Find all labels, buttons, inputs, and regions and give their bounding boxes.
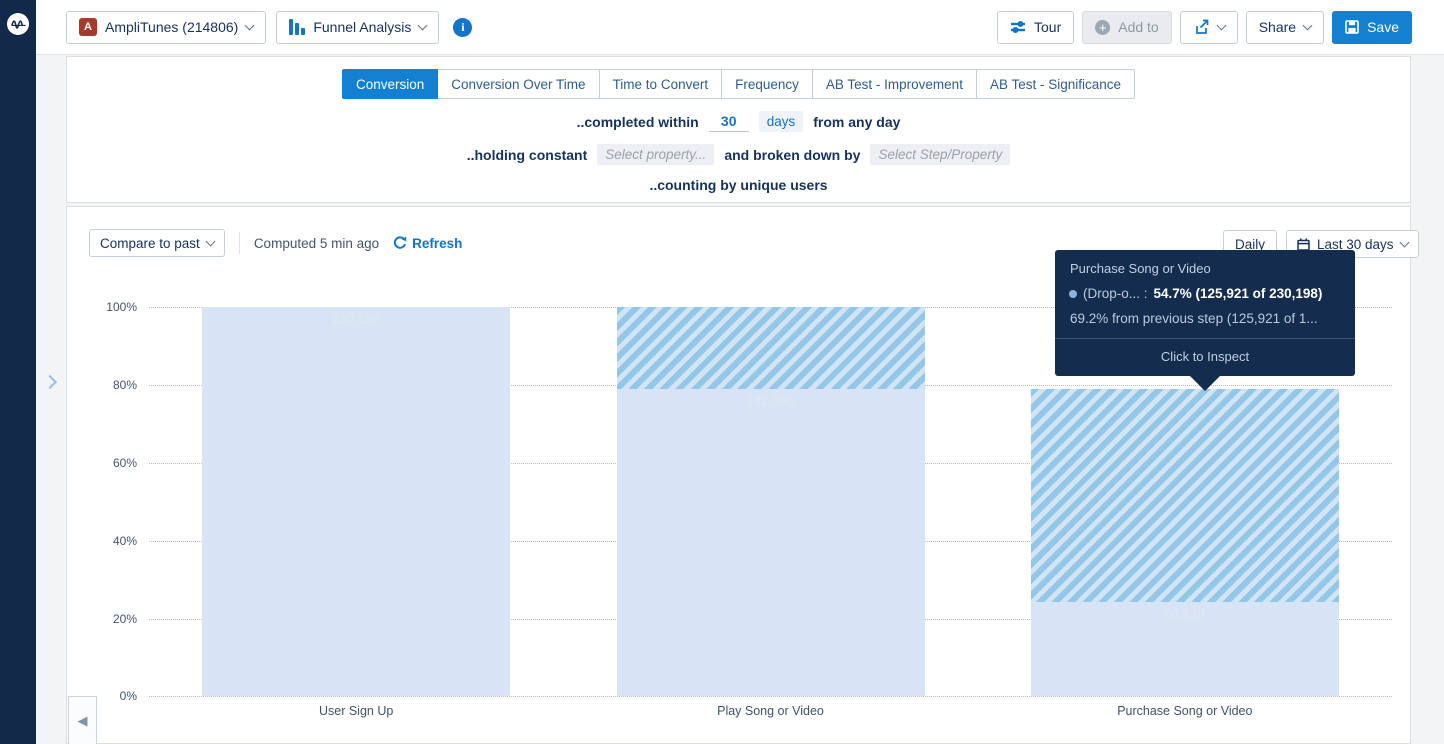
prev-page-button[interactable]: ◀	[68, 696, 97, 744]
computed-status-text: Computed 5 min ago	[254, 236, 379, 251]
from-any-day-label: from any day	[813, 114, 900, 130]
chevron-down-icon	[418, 20, 428, 30]
holding-constant-selector[interactable]: Select property...	[597, 144, 714, 165]
chart-type-selector[interactable]: Funnel Analysis	[276, 11, 439, 44]
compare-to-past-button[interactable]: Compare to past	[89, 229, 225, 257]
funnel-bar-user-sign-up[interactable]: 230,198	[202, 307, 510, 696]
conversion-window-input[interactable]: 30	[709, 111, 749, 132]
y-tick-label: 20%	[85, 612, 137, 626]
save-label: Save	[1367, 19, 1399, 35]
x-axis-labels: User Sign Up Play Song or Video Purchase S…	[149, 704, 1392, 724]
completed-within-label: ..completed within	[577, 114, 699, 130]
save-button[interactable]: Save	[1332, 11, 1412, 44]
tooltip-previous-step-text: 69.2% from previous step (125,921 of 1..…	[1055, 301, 1355, 338]
topbar: A AmpliTunes (214806) Funnel Analysis i	[36, 0, 1444, 55]
project-name: AmpliTunes (214806)	[105, 19, 238, 35]
export-icon	[1193, 19, 1210, 35]
x-tick-purchase-song-or-video: Purchase Song or Video	[1117, 704, 1252, 718]
project-selector[interactable]: A AmpliTunes (214806)	[66, 11, 266, 44]
tab-conversion-over-time[interactable]: Conversion Over Time	[438, 69, 599, 99]
divider	[239, 232, 240, 254]
x-tick-play-song-or-video: Play Song or Video	[717, 704, 824, 718]
tab-time-to-convert[interactable]: Time to Convert	[600, 69, 723, 99]
refresh-icon	[393, 236, 407, 250]
dropoff-segment[interactable]	[617, 307, 925, 388]
converted-segment[interactable]: 56,139	[1031, 602, 1339, 697]
refresh-link[interactable]: Refresh	[393, 236, 462, 251]
add-to-label: Add to	[1118, 19, 1158, 35]
y-tick-label: 100%	[85, 300, 137, 314]
tab-ab-test-significance[interactable]: AB Test - Significance	[977, 69, 1135, 99]
holding-constant-row: ..holding constant Select property... an…	[67, 144, 1410, 165]
broken-down-by-label: and broken down by	[724, 147, 860, 163]
y-tick-label: 40%	[85, 534, 137, 548]
share-button[interactable]: Share	[1246, 11, 1324, 44]
y-tick-label: 60%	[85, 456, 137, 470]
tab-ab-test-improvement[interactable]: AB Test - Improvement	[813, 69, 977, 99]
x-tick-user-sign-up: User Sign Up	[319, 704, 393, 718]
tour-label: Tour	[1034, 19, 1061, 35]
tooltip-value: 54.7% (125,921 of 230,198)	[1154, 286, 1323, 301]
tab-frequency[interactable]: Frequency	[722, 69, 813, 99]
window-unit-selector[interactable]: days	[759, 111, 804, 132]
compare-to-past-label: Compare to past	[100, 236, 200, 251]
tooltip-step-title: Purchase Song or Video	[1055, 250, 1355, 276]
bar-count-label: 230,198	[202, 312, 510, 326]
chart-type-name: Funnel Analysis	[313, 19, 411, 35]
chevron-down-icon	[1399, 237, 1409, 247]
share-label: Share	[1259, 19, 1296, 35]
tooltip-series-label: (Drop-o... :	[1083, 286, 1148, 301]
funnel-settings-card: ConversionConversion Over TimeTime to Co…	[66, 56, 1411, 203]
info-icon[interactable]: i	[453, 18, 472, 37]
tour-button[interactable]: Tour	[997, 11, 1074, 44]
app-window: A AmpliTunes (214806) Funnel Analysis i	[0, 0, 1444, 744]
chevron-down-icon	[245, 20, 255, 30]
refresh-label: Refresh	[412, 236, 462, 251]
breakdown-selector[interactable]: Select Step/Property	[870, 144, 1010, 165]
chart-controls-left: Compare to past Computed 5 min ago Refre…	[89, 229, 462, 257]
tab-conversion[interactable]: Conversion	[342, 69, 438, 99]
topbar-actions: Tour + Add to Share	[997, 11, 1412, 44]
counting-row: ..counting by unique users	[67, 177, 1410, 193]
funnel-analysis-icon	[289, 19, 305, 35]
tour-sliders-icon	[1010, 20, 1026, 34]
chevron-down-icon	[1303, 20, 1313, 30]
chart-tooltip[interactable]: Purchase Song or Video (Drop-o... : 54.7…	[1055, 250, 1355, 376]
plus-circle-icon: +	[1095, 20, 1110, 35]
export-button[interactable]	[1180, 11, 1238, 44]
counting-by-label: ..counting by unique users	[649, 177, 827, 193]
amplitude-wave-icon	[11, 17, 26, 32]
app-sidebar	[0, 0, 36, 744]
add-to-button[interactable]: + Add to	[1082, 11, 1171, 44]
bar-count-label: 56,139	[1031, 607, 1339, 621]
tooltip-click-to-inspect: Click to Inspect	[1055, 339, 1355, 376]
calendar-icon	[1297, 238, 1310, 251]
chevron-down-icon	[205, 236, 215, 246]
save-floppy-icon	[1345, 20, 1359, 34]
converted-segment[interactable]: 182,060	[617, 389, 925, 697]
tooltip-series-row: (Drop-o... : 54.7% (125,921 of 230,198)	[1055, 276, 1355, 301]
converted-segment[interactable]: 230,198	[202, 307, 510, 696]
y-tick-label: 80%	[85, 378, 137, 392]
bar-count-label: 182,060	[617, 394, 925, 408]
dropoff-segment[interactable]	[1031, 389, 1339, 602]
conversion-window-row: ..completed within 30 days from any day	[67, 111, 1410, 132]
view-tabs: ConversionConversion Over TimeTime to Co…	[67, 69, 1410, 99]
chevron-down-icon	[1216, 20, 1226, 30]
project-avatar: A	[79, 18, 97, 36]
funnel-bar-play-song-or-video[interactable]: 182,060	[617, 307, 925, 696]
tooltip-caret-icon	[1190, 376, 1220, 391]
series-dot-icon	[1069, 290, 1077, 298]
holding-constant-label: ..holding constant	[467, 147, 588, 163]
gridline-0: 0%	[149, 696, 1392, 697]
amplitude-logo-icon[interactable]	[7, 13, 29, 35]
